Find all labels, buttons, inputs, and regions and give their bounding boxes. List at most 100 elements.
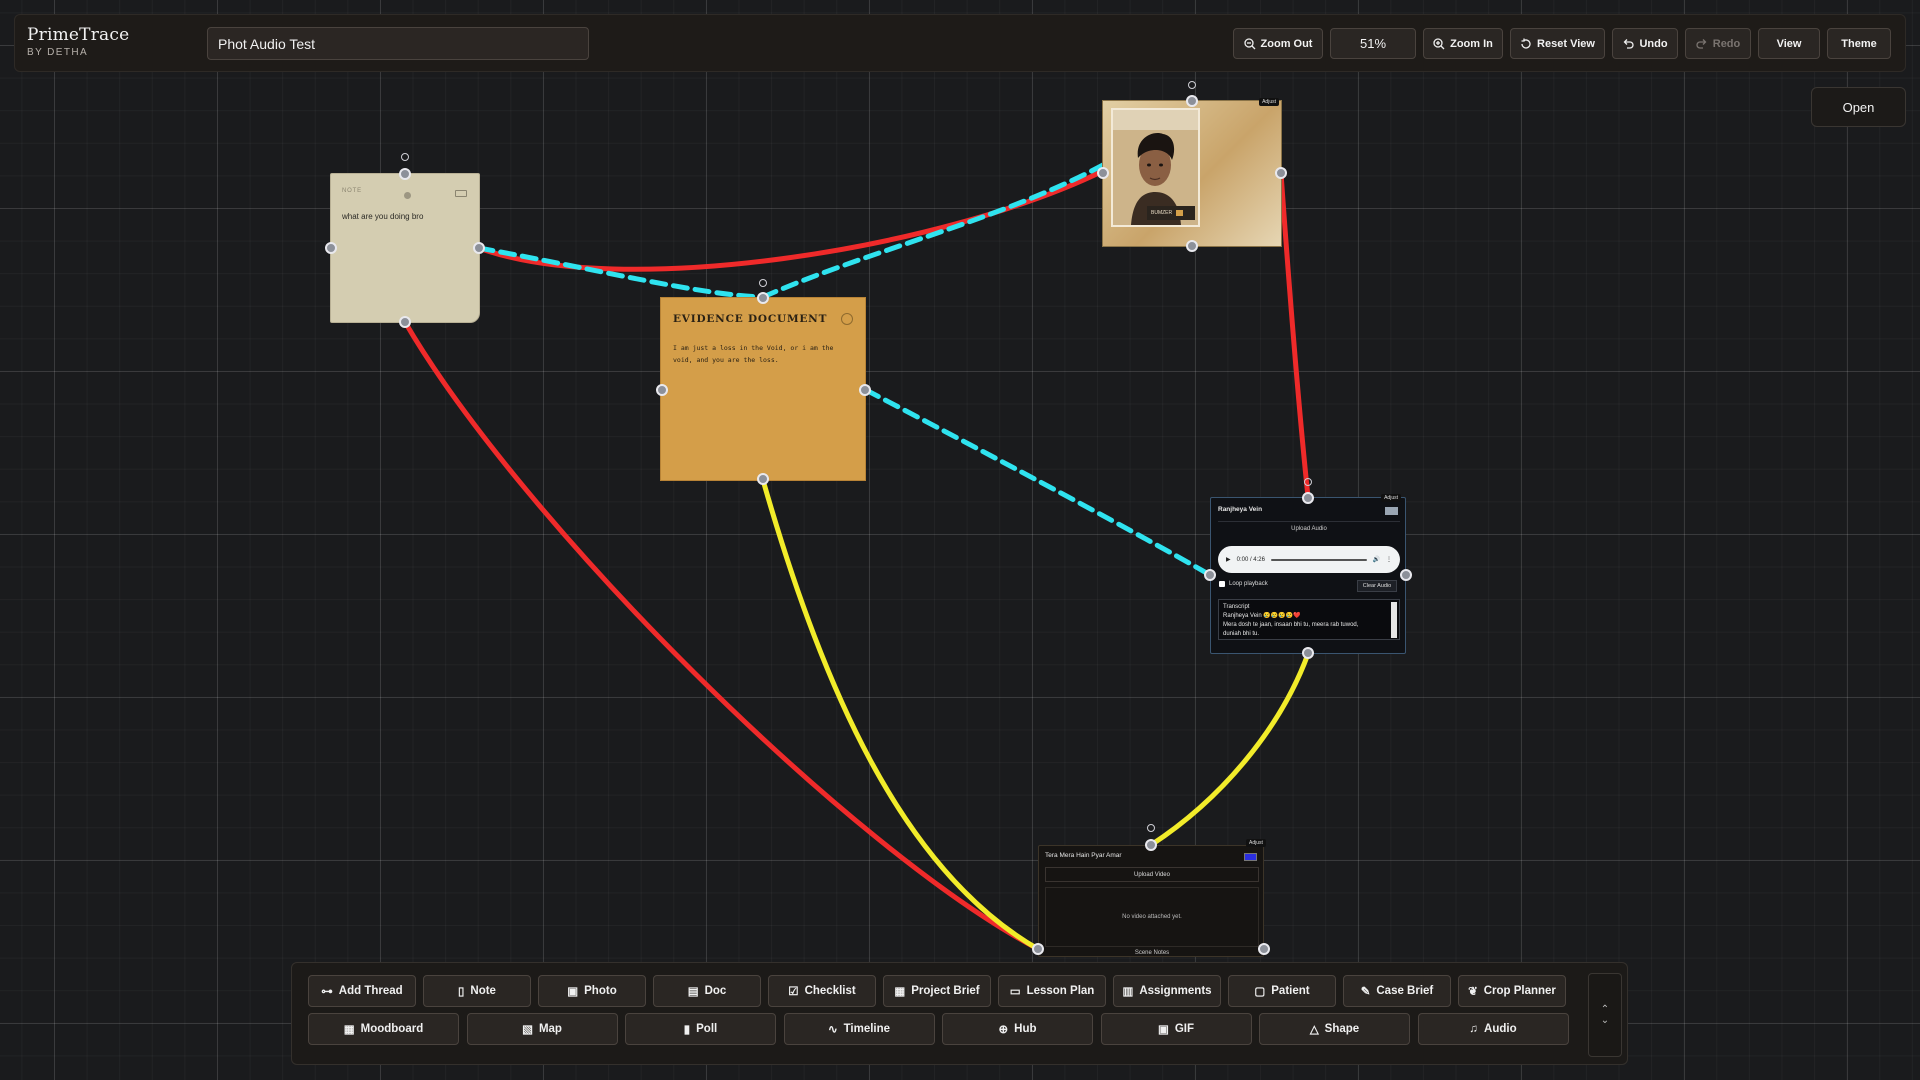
audio-handle-right[interactable] bbox=[1400, 569, 1412, 581]
add-timeline-button[interactable]: ∿ Timeline bbox=[783, 1013, 935, 1045]
audio-rotate-handle[interactable] bbox=[1304, 478, 1312, 486]
red-thread-note-photo[interactable] bbox=[476, 168, 1106, 272]
add-project-brief-button[interactable]: ▦ Project Brief bbox=[883, 975, 991, 1007]
undo-button[interactable]: Undo bbox=[1612, 28, 1678, 59]
open-button[interactable]: Open bbox=[1811, 87, 1906, 127]
add-gif-button[interactable]: ▣ GIF bbox=[1100, 1013, 1252, 1045]
add-lesson-plan-button[interactable]: ▭ Lesson Plan bbox=[998, 975, 1106, 1007]
audio-handle-left[interactable] bbox=[1204, 569, 1216, 581]
photo-handle-right[interactable] bbox=[1275, 167, 1287, 179]
yellow-thread-evidence-video[interactable] bbox=[760, 477, 1041, 952]
add-audio-button[interactable]: ♫ Audio bbox=[1417, 1013, 1569, 1045]
photo-adjust-button[interactable]: Adjust bbox=[1259, 98, 1279, 106]
add-note-button[interactable]: ▯ Note bbox=[423, 975, 531, 1007]
photo-handle-left[interactable] bbox=[1097, 167, 1109, 179]
note-handle-top[interactable] bbox=[399, 168, 411, 180]
yellow-thread-audio-video[interactable] bbox=[1148, 651, 1311, 848]
video-handle-right[interactable] bbox=[1258, 943, 1270, 955]
add-checklist-button[interactable]: ☑ Checklist bbox=[768, 975, 876, 1007]
add-poll-button[interactable]: ▮ Poll bbox=[625, 1013, 776, 1045]
video-card[interactable]: Tera Mera Hain Pyar Amar Upload Video No… bbox=[1038, 845, 1264, 957]
audio-progress-bar[interactable] bbox=[1270, 558, 1367, 561]
app-byline: BY DETHA bbox=[27, 47, 89, 58]
audio-handle-top[interactable] bbox=[1302, 492, 1314, 504]
audio-title[interactable]: Ranjheya Vein bbox=[1218, 506, 1262, 513]
shape-icon: △ bbox=[1309, 1024, 1319, 1036]
photo-handle-bottom[interactable] bbox=[1186, 240, 1198, 252]
note-rotate-handle[interactable] bbox=[401, 153, 409, 161]
zoom-in-button[interactable]: Zoom In bbox=[1423, 28, 1503, 59]
add-moodboard-button[interactable]: ▦ Moodboard bbox=[308, 1013, 459, 1045]
note-handle-right[interactable] bbox=[473, 242, 485, 254]
video-handle-left[interactable] bbox=[1032, 943, 1044, 955]
video-color-swatch[interactable] bbox=[1244, 853, 1257, 861]
evidence-handle-left[interactable] bbox=[656, 384, 668, 396]
toolbar-button-label: Note bbox=[470, 985, 496, 997]
add-assignments-button[interactable]: ▥ Assignments bbox=[1113, 975, 1221, 1007]
add-patient-button[interactable]: ▢ Patient bbox=[1228, 975, 1336, 1007]
photo-caption[interactable]: BUMZER bbox=[1147, 206, 1195, 220]
photo-rotate-handle[interactable] bbox=[1188, 81, 1196, 89]
play-icon[interactable]: ▶ bbox=[1226, 556, 1231, 563]
zoom-out-button[interactable]: Zoom Out bbox=[1233, 28, 1323, 59]
audio-adjust-button[interactable]: Adjust bbox=[1381, 494, 1401, 502]
add-map-button[interactable]: ▧ Map bbox=[466, 1013, 618, 1045]
redo-button[interactable]: Redo bbox=[1685, 28, 1751, 59]
cyan-thread-note-evidence[interactable] bbox=[476, 245, 766, 300]
add-photo-button[interactable]: ▣ Photo bbox=[538, 975, 646, 1007]
note-color-chip[interactable] bbox=[455, 190, 467, 197]
add-crop-planner-button[interactable]: ❦ Crop Planner bbox=[1458, 975, 1566, 1007]
more-options-icon[interactable]: ⋮ bbox=[1386, 556, 1392, 563]
red-thread-photo-audio[interactable] bbox=[1278, 170, 1311, 500]
evidence-text[interactable]: I am just a loss in the Void, or i am th… bbox=[673, 342, 853, 366]
clear-audio-button[interactable]: Clear Audio bbox=[1357, 580, 1397, 592]
caption-color-swatch bbox=[1176, 210, 1184, 216]
volume-icon[interactable]: 🔊 bbox=[1373, 556, 1380, 563]
toolbar-button-label: Case Brief bbox=[1376, 985, 1434, 997]
upload-video-button[interactable]: Upload Video bbox=[1045, 867, 1259, 882]
open-label: Open bbox=[1842, 99, 1875, 115]
cyan-thread-evidence-photo[interactable] bbox=[760, 162, 1106, 300]
video-rotate-handle[interactable] bbox=[1147, 824, 1155, 832]
video-adjust-button[interactable]: Adjust bbox=[1246, 839, 1266, 847]
add-shape-button[interactable]: △ Shape bbox=[1259, 1013, 1410, 1045]
evidence-handle-bottom[interactable] bbox=[757, 473, 769, 485]
note-card[interactable]: NOTE what are you doing bro bbox=[330, 173, 480, 323]
note-handle-bottom[interactable] bbox=[399, 316, 411, 328]
add-doc-button[interactable]: ▤ Doc bbox=[653, 975, 761, 1007]
evidence-document-card[interactable]: EVIDENCE DOCUMENT I am just a loss in th… bbox=[660, 297, 866, 481]
upload-audio-button[interactable]: Upload Audio bbox=[1218, 521, 1400, 535]
audio-color-swatch[interactable] bbox=[1385, 507, 1398, 515]
reset-view-button[interactable]: Reset View bbox=[1510, 28, 1605, 59]
transcript-scrollbar[interactable] bbox=[1391, 602, 1397, 638]
video-empty-text: No video attached yet. bbox=[1122, 914, 1182, 920]
photo-handle-top[interactable] bbox=[1186, 95, 1198, 107]
video-handle-top[interactable] bbox=[1145, 839, 1157, 851]
scene-notes[interactable]: Scene Notes bbox=[1045, 950, 1259, 956]
note-handle-left[interactable] bbox=[325, 242, 337, 254]
portrait-photo: BUMZER bbox=[1111, 108, 1200, 227]
zoom-in-icon bbox=[1433, 37, 1445, 49]
evidence-handle-top[interactable] bbox=[757, 292, 769, 304]
transcript-box[interactable]: Transcript Ranjheya Vein 😢😢😢😢❤️ Mera dos… bbox=[1218, 599, 1400, 640]
add-hub-button[interactable]: ⊕ Hub bbox=[942, 1013, 1093, 1045]
toolbar-collapse-button[interactable]: ⌃ ⌄ bbox=[1588, 973, 1622, 1057]
photo-card[interactable]: BUMZER Adjust bbox=[1102, 98, 1282, 247]
loop-playback[interactable]: Loop playback bbox=[1219, 581, 1268, 587]
cyan-thread-evidence-audio[interactable] bbox=[863, 387, 1213, 578]
add-case-brief-button[interactable]: ✎ Case Brief bbox=[1343, 975, 1451, 1007]
photo-icon: ▣ bbox=[567, 986, 579, 998]
view-button[interactable]: View bbox=[1758, 28, 1820, 59]
audio-card[interactable]: Ranjheya Vein Upload Audio ▶ 0:00 / 4:26… bbox=[1210, 494, 1406, 654]
note-text[interactable]: what are you doing bro bbox=[342, 212, 423, 221]
evidence-rotate-handle[interactable] bbox=[759, 279, 767, 287]
audio-handle-bottom[interactable] bbox=[1302, 647, 1314, 659]
audio-player[interactable]: ▶ 0:00 / 4:26 🔊 ⋮ bbox=[1218, 546, 1400, 573]
transcript-line: Ranjheya Vein 😢😢😢😢❤️ bbox=[1223, 613, 1301, 619]
add-add-thread-button[interactable]: ⊶ Add Thread bbox=[308, 975, 416, 1007]
board-title-input[interactable] bbox=[207, 27, 589, 60]
video-title[interactable]: Tera Mera Hain Pyar Amar bbox=[1045, 852, 1122, 859]
theme-button[interactable]: Theme bbox=[1827, 28, 1891, 59]
loop-checkbox[interactable] bbox=[1219, 581, 1225, 587]
evidence-handle-right[interactable] bbox=[859, 384, 871, 396]
